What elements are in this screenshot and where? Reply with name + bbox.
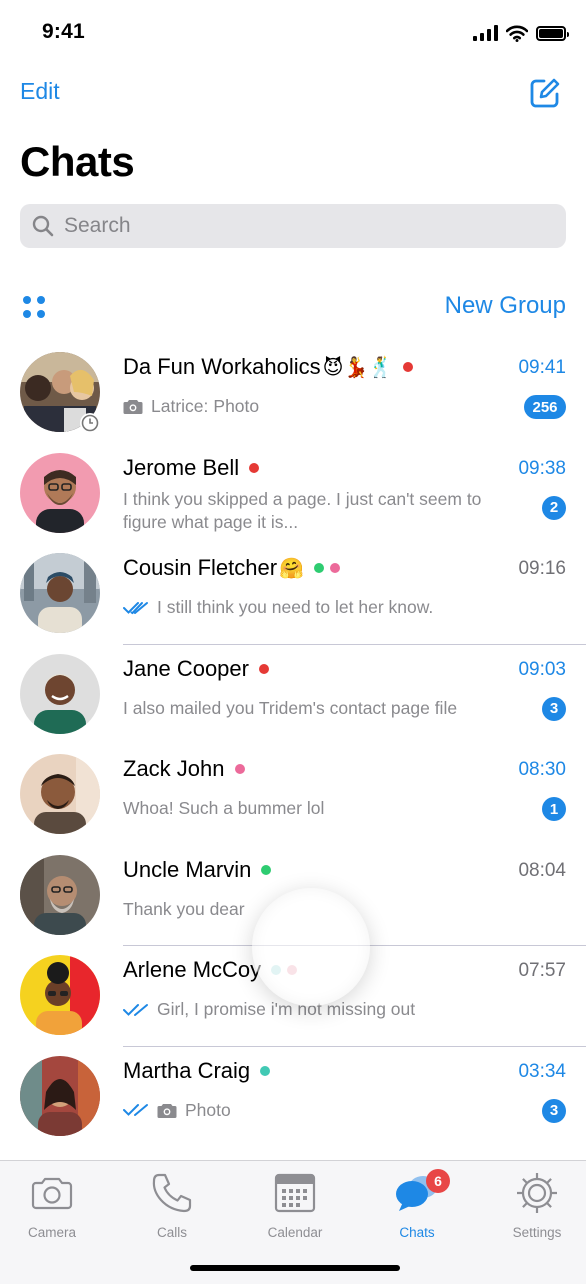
chat-preview: I also mailed you Tridem's contact page … xyxy=(123,697,458,718)
status-dot xyxy=(403,362,414,372)
chat-time: 09:03 xyxy=(518,658,566,680)
grid-dot-icon xyxy=(37,296,45,304)
chat-preview: Photo xyxy=(185,1099,231,1120)
search-icon xyxy=(32,215,54,237)
unread-badge: 1 xyxy=(542,797,566,821)
avatar-cousin-fletcher xyxy=(20,553,100,633)
unread-badge: 3 xyxy=(542,1098,566,1123)
search-input[interactable] xyxy=(64,214,544,238)
chat-preview: Thank you dear xyxy=(123,898,245,919)
chat-time: 09:41 xyxy=(518,357,566,378)
tab-label: Calls xyxy=(156,1225,187,1240)
chat-preview: Photo xyxy=(213,396,260,416)
status-icons xyxy=(473,24,569,42)
chat-time: 09:38 xyxy=(518,457,566,479)
chat-row-da-fun-workaholics[interactable]: Da Fun Workaholics 😈💃🕺 09:41 Latrice: Ph… xyxy=(0,343,586,444)
chat-row-cousin-fletcher[interactable]: Cousin Fletcher 🤗 09:16 I still think yo… xyxy=(0,544,586,645)
chat-time: 08:04 xyxy=(518,859,566,881)
avatar-arlene-mccoy xyxy=(20,955,100,1035)
chat-name: Zack John xyxy=(123,756,225,781)
chat-time: 07:57 xyxy=(518,960,566,981)
status-dot xyxy=(234,764,245,774)
double-check-icon xyxy=(123,601,148,614)
grid-dot-icon xyxy=(23,310,31,318)
avatar-jerome-bell xyxy=(20,452,100,533)
grid-dot-icon xyxy=(37,310,45,318)
chat-name: Jerome Bell xyxy=(123,454,240,480)
status-dot xyxy=(260,1065,271,1076)
tab-label: Calendar xyxy=(267,1225,323,1240)
cellular-signal-icon xyxy=(473,25,498,41)
chat-preview: Girl, I promise i'm not missing out xyxy=(157,999,416,1019)
double-check-icon xyxy=(123,1104,148,1116)
avatar-martha-craig xyxy=(20,1055,100,1136)
home-indicator xyxy=(190,1265,400,1271)
chat-name: Uncle Marvin xyxy=(123,856,252,882)
tab-calls[interactable]: Calls xyxy=(117,1171,227,1251)
preview-sender: Latrice: xyxy=(151,396,209,416)
status-dot xyxy=(258,663,269,674)
chat-preview: Whoa! Such a bummer lol xyxy=(123,798,325,818)
tab-label: Chats xyxy=(399,1225,435,1240)
tab-label: Camera xyxy=(27,1225,76,1240)
new-group-button[interactable]: New Group xyxy=(445,292,566,320)
edit-button[interactable]: Edit xyxy=(20,78,60,105)
camera-icon xyxy=(123,400,143,414)
grid-menu-button[interactable] xyxy=(23,296,45,318)
status-dot xyxy=(261,864,272,875)
compose-button[interactable] xyxy=(528,76,562,110)
chat-row-jerome-bell[interactable]: Jerome Bell 09:38 I think you skipped a … xyxy=(0,444,586,545)
tab-calendar[interactable]: Calendar xyxy=(240,1171,350,1251)
wifi-icon xyxy=(506,25,528,42)
chat-row-zack-john[interactable]: Zack John 08:30 Whoa! Such a bummer lol … xyxy=(0,745,586,846)
clock-icon xyxy=(80,413,100,433)
chat-name: Da Fun Workaholics xyxy=(123,354,321,379)
status-dot xyxy=(329,563,340,573)
compose-icon xyxy=(530,78,560,108)
chat-row-jane-cooper[interactable]: Jane Cooper 09:03 I also mailed you Trid… xyxy=(0,645,586,746)
phone-icon xyxy=(152,1173,192,1213)
chat-name: Arlene McCoy xyxy=(123,957,262,982)
page-title: Chats xyxy=(20,138,135,185)
status-bar: 9:41 xyxy=(0,0,586,66)
chat-name-emoji: 🤗 xyxy=(279,557,304,580)
unread-badge: 2 xyxy=(542,495,566,520)
camera-icon xyxy=(31,1177,73,1210)
search-bar[interactable] xyxy=(20,204,566,248)
chat-list: Da Fun Workaholics 😈💃🕺 09:41 Latrice: Ph… xyxy=(0,343,586,1147)
chat-time: 03:34 xyxy=(518,1060,566,1082)
touch-indicator xyxy=(252,888,370,1006)
tab-badge: 6 xyxy=(426,1169,450,1193)
chat-row-martha-craig[interactable]: Martha Craig 03:34 Photo 3 xyxy=(0,1047,586,1148)
double-check-icon xyxy=(123,1003,148,1016)
status-dot xyxy=(249,462,260,473)
avatar-zack-john xyxy=(20,754,100,834)
grid-dot-icon xyxy=(23,296,31,304)
chat-name-emoji: 😈💃🕺 xyxy=(322,356,394,379)
tab-chats[interactable]: Chats 6 xyxy=(362,1169,472,1251)
chat-preview: I still think you need to let her know. xyxy=(157,597,434,617)
unread-badge: 256 xyxy=(524,395,566,419)
status-time: 9:41 xyxy=(42,20,85,43)
chat-name: Jane Cooper xyxy=(123,655,249,681)
tab-label: Settings xyxy=(512,1225,562,1240)
status-dot xyxy=(313,563,324,573)
battery-icon xyxy=(536,25,569,41)
chat-time: 09:16 xyxy=(518,558,566,579)
gear-icon xyxy=(517,1173,557,1213)
tab-settings[interactable]: Settings xyxy=(482,1171,586,1251)
chat-preview: I think you skipped a page. I just can't… xyxy=(123,488,482,532)
unread-badge: 3 xyxy=(542,696,566,721)
avatar-uncle-marvin xyxy=(20,854,100,935)
calendar-icon xyxy=(274,1173,316,1213)
chat-name: Martha Craig xyxy=(123,1057,251,1083)
tab-camera[interactable]: Camera xyxy=(0,1171,107,1251)
camera-icon xyxy=(157,1103,177,1118)
chat-time: 08:30 xyxy=(518,759,566,780)
avatar-jane-cooper xyxy=(20,653,100,734)
chat-name: Cousin Fletcher xyxy=(123,555,278,580)
